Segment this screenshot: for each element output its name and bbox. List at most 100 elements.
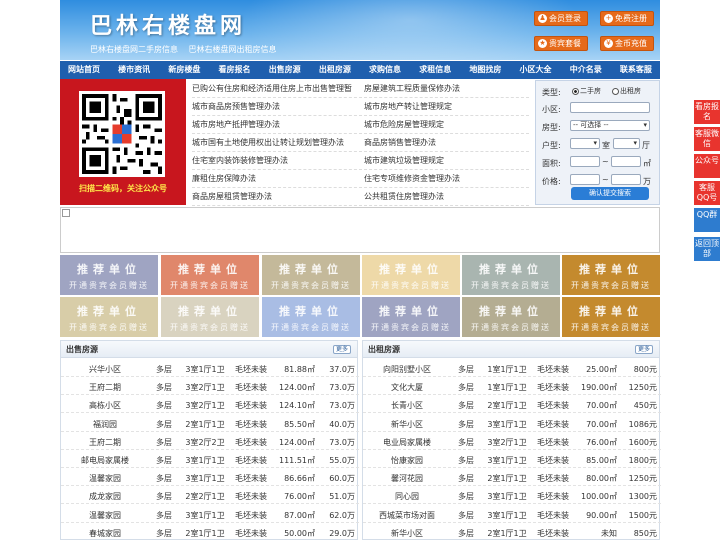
layout-select[interactable]: -- 可选择 -- ▾ [570,120,650,131]
hall-select[interactable]: ▾ [613,138,640,149]
side-qq-service[interactable]: 客服QQ号 [694,181,720,205]
regulation-link[interactable]: 城市国有土地使用权出让转让规划管理办法 [192,134,362,152]
site-title[interactable]: 巴林右楼盘网 [90,8,246,40]
side-viewing-signup[interactable]: 看房报名 [694,100,720,124]
login-button[interactable]: ♟ 会员登录 [534,11,588,26]
listing-row[interactable]: 王府二期 多层 3室2厅1卫 毛坯未装 124.00㎡ 73.0万 [61,377,359,396]
side-official-account[interactable]: 公众号 [694,154,720,178]
promo-tile[interactable]: 推荐单位 开通贵宾会员赠送 [60,297,158,337]
listing-community[interactable]: 福润园 [65,419,145,430]
listing-community[interactable]: 馨河花园 [367,473,447,484]
regulation-link[interactable]: 廉租住房保障办法 [192,170,362,188]
promo-tile[interactable]: 推荐单位 开通贵宾会员赠送 [462,297,560,337]
regulation-link[interactable]: 公共租赁住房管理办法 [364,188,529,206]
listing-community[interactable]: 文化大厦 [367,382,447,393]
promo-tile[interactable]: 推荐单位 开通贵宾会员赠送 [161,255,259,295]
listing-community[interactable]: 王府二期 [65,382,145,393]
regulation-link[interactable]: 城市房地产转让管理规定 [364,98,529,116]
listing-row[interactable]: 温馨家园 多层 3室1厅1卫 毛坯未装 87.00㎡ 62.0万 [61,505,359,523]
community-input[interactable] [570,102,650,113]
listing-community[interactable]: 西城菜市场对面 [367,510,447,521]
listing-community[interactable]: 春城家园 [65,528,145,539]
area-max-input[interactable] [611,156,641,167]
regulation-link[interactable]: 商品房屋租赁管理办法 [192,188,362,206]
regulation-link[interactable]: 商品房销售管理办法 [364,134,529,152]
promo-tile[interactable]: 推荐单位 开通贵宾会员赠送 [362,255,460,295]
listing-community[interactable]: 邮电局家属楼 [65,455,145,466]
nav-communities[interactable]: 小区大全 [520,61,552,79]
listing-community[interactable]: 高栋小区 [65,400,145,411]
listing-community[interactable]: 温馨家园 [65,473,145,484]
listing-row[interactable]: 同心园 多层 3室1厅1卫 毛坯未装 100.00㎡ 1300元 [363,486,661,505]
listing-community[interactable]: 新华小区 [367,419,447,430]
listing-row[interactable]: 怡康家园 多层 3室1厅1卫 毛坯未装 85.00㎡ 1800元 [363,450,661,468]
promo-tile[interactable]: 推荐单位 开通贵宾会员赠送 [562,255,660,295]
listing-community[interactable]: 温馨家园 [65,510,145,521]
regulation-link[interactable]: 住宅室内装饰装修管理办法 [192,152,362,170]
listing-community[interactable]: 怡康家园 [367,455,447,466]
listing-row[interactable]: 春城家园 多层 2室1厅1卫 毛坯未装 50.00㎡ 29.0万 [61,523,359,540]
listing-community[interactable]: 新华小区 [367,528,447,539]
listing-community[interactable]: 兴华小区 [65,364,145,375]
listing-row[interactable]: 福润园 多层 2室1厅1卫 毛坯未装 85.50㎡ 40.0万 [61,414,359,432]
listing-row[interactable]: 成龙家园 多层 2室2厅1卫 毛坯未装 76.00㎡ 51.0万 [61,486,359,505]
nav-map-search[interactable]: 地图找房 [469,61,501,79]
promo-tile[interactable]: 推荐单位 开通贵宾会员赠送 [462,255,560,295]
side-back-to-top[interactable]: 返回顶部 [694,237,720,261]
listing-community[interactable]: 向阳别墅小区 [367,364,447,375]
listing-row[interactable]: 文化大厦 多层 1室1厅1卫 毛坯未装 190.00㎡ 1250元 [363,377,661,396]
nav-for-rent[interactable]: 出租房源 [319,61,351,79]
sub-link-rent[interactable]: 巴林右楼盘网出租房信息 [189,45,277,54]
ad-banner[interactable] [60,207,660,253]
listing-community[interactable]: 成龙家园 [65,491,145,502]
area-min-input[interactable] [570,156,600,167]
listing-community[interactable]: 长青小区 [367,400,447,411]
register-button[interactable]: + 免费注册 [600,11,654,26]
promo-tile[interactable]: 推荐单位 开通贵宾会员赠送 [562,297,660,337]
promo-tile[interactable]: 推荐单位 开通贵宾会员赠送 [161,297,259,337]
listing-row[interactable]: 向阳别墅小区 多层 1室1厅1卫 毛坯未装 25.00㎡ 800元 [363,359,661,377]
promo-tile[interactable]: 推荐单位 开通贵宾会员赠送 [60,255,158,295]
more-button[interactable]: 更多 [635,345,653,354]
nav-agents[interactable]: 中介名录 [570,61,602,79]
listing-row[interactable]: 温馨家园 多层 3室1厅1卫 毛坯未装 86.66㎡ 60.0万 [61,468,359,487]
type-radio-rent[interactable]: 出租房 [612,86,641,96]
listing-row[interactable]: 新华小区 多层 2室1厅1卫 毛坯未装 未知 850元 [363,523,661,540]
regulation-link[interactable]: 城市房地产抵押管理办法 [192,116,362,134]
listing-community[interactable]: 同心园 [367,491,447,502]
type-radio-secondhand[interactable]: 二手房 [572,86,601,96]
listing-row[interactable]: 长青小区 多层 2室1厅1卫 毛坯未装 70.00㎡ 450元 [363,395,661,414]
nav-want-buy[interactable]: 求购信息 [369,61,401,79]
vip-package-button[interactable]: ★ 贵宾套餐 [534,36,588,51]
more-button[interactable]: 更多 [333,345,351,354]
regulation-link[interactable]: 城市危险房屋管理规定 [364,116,529,134]
listing-row[interactable]: 兴华小区 多层 3室1厅1卫 毛坯未装 81.88㎡ 37.0万 [61,359,359,377]
price-min-input[interactable] [570,174,600,185]
listing-row[interactable]: 电业局家属楼 多层 3室2厅1卫 毛坯未装 76.00㎡ 1600元 [363,432,661,450]
nav-new-homes[interactable]: 新房楼盘 [168,61,200,79]
listing-row[interactable]: 王府二期 多层 3室2厅2卫 毛坯未装 124.00㎡ 73.0万 [61,432,359,450]
nav-viewing-signup[interactable]: 看房报名 [219,61,251,79]
listing-row[interactable]: 西城菜市场对面 多层 3室1厅1卫 毛坯未装 90.00㎡ 1500元 [363,505,661,523]
regulation-link[interactable]: 城市建筑垃圾管理规定 [364,152,529,170]
listing-community[interactable]: 王府二期 [65,437,145,448]
nav-want-rent[interactable]: 求租信息 [419,61,451,79]
search-submit-button[interactable]: 确认提交搜索 [571,187,649,200]
regulation-link[interactable]: 房屋建筑工程质量保修办法 [364,80,529,98]
promo-tile[interactable]: 推荐单位 开通贵宾会员赠送 [362,297,460,337]
listing-row[interactable]: 馨河花园 多层 2室1厅1卫 毛坯未装 80.00㎡ 1250元 [363,468,661,487]
promo-tile[interactable]: 推荐单位 开通贵宾会员赠送 [262,255,360,295]
listing-row[interactable]: 邮电局家属楼 多层 3室1厅1卫 毛坯未装 111.51㎡ 55.0万 [61,450,359,468]
listing-row[interactable]: 高栋小区 多层 3室2厅1卫 毛坯未装 124.10㎡ 73.0万 [61,395,359,414]
promo-tile[interactable]: 推荐单位 开通贵宾会员赠送 [262,297,360,337]
side-qq-group[interactable]: QQ群 [694,208,720,232]
side-wechat-service[interactable]: 客服微信 [694,127,720,151]
listing-community[interactable]: 电业局家属楼 [367,437,447,448]
nav-home[interactable]: 网站首页 [68,61,100,79]
listing-row[interactable]: 新华小区 多层 3室1厅1卫 毛坯未装 70.00㎡ 1086元 [363,414,661,432]
nav-contact[interactable]: 联系客服 [620,61,652,79]
price-max-input[interactable] [611,174,641,185]
regulation-link[interactable]: 已购公有住房和经济适用住房上市出售管理暂 [192,80,362,98]
regulation-link[interactable]: 住宅专项维修资金管理办法 [364,170,529,188]
nav-for-sale[interactable]: 出售房源 [269,61,301,79]
